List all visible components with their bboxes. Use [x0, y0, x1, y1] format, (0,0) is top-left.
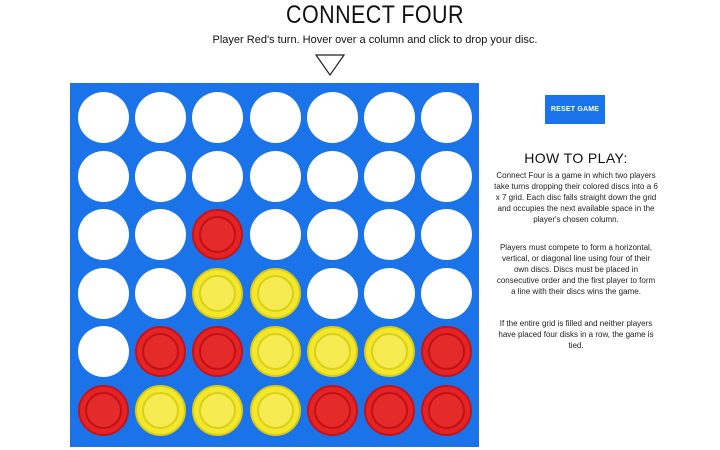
board-slot-empty[interactable] — [78, 209, 129, 260]
disc-yellow[interactable] — [250, 326, 301, 377]
board-slot-empty[interactable] — [307, 92, 358, 143]
board-slot-empty[interactable] — [421, 209, 472, 260]
how-to-play-paragraph: Players must compete to form a horizonta… — [496, 243, 656, 296]
disc-red[interactable] — [364, 385, 415, 436]
page-title: CONNECT FOUR — [286, 1, 464, 29]
board-slot-empty[interactable] — [135, 209, 186, 260]
disc-red[interactable] — [192, 209, 243, 260]
board-slot-empty[interactable] — [250, 209, 301, 260]
how-to-play-heading: HOW TO PLAY: — [524, 150, 628, 166]
turn-status-text: Player Red's turn. Hover over a column a… — [212, 34, 538, 46]
disc-red[interactable] — [192, 326, 243, 377]
how-to-play-paragraph: Connect Four is a game in which two play… — [494, 171, 658, 224]
board-slot-empty[interactable] — [78, 151, 129, 202]
disc-red[interactable] — [135, 326, 186, 377]
board-slot-empty[interactable] — [421, 151, 472, 202]
disc-yellow[interactable] — [364, 326, 415, 377]
disc-red[interactable] — [307, 385, 358, 436]
drop-pointer-icon[interactable] — [315, 54, 345, 76]
board-slot-empty[interactable] — [364, 151, 415, 202]
connect-four-page: CONNECT FOUR Player Red's turn. Hover ov… — [0, 0, 720, 450]
disc-yellow[interactable] — [307, 326, 358, 377]
board-slot-empty[interactable] — [307, 151, 358, 202]
board-slot-empty[interactable] — [78, 92, 129, 143]
how-to-play-paragraph: If the entire grid is filled and neither… — [498, 319, 654, 350]
board-slot-empty[interactable] — [135, 151, 186, 202]
board-slot-empty[interactable] — [78, 326, 129, 377]
game-board[interactable] — [70, 83, 479, 447]
board-slot-empty[interactable] — [364, 268, 415, 319]
disc-yellow[interactable] — [135, 385, 186, 436]
board-slot-empty[interactable] — [250, 151, 301, 202]
board-slot-empty[interactable] — [364, 209, 415, 260]
disc-red[interactable] — [421, 326, 472, 377]
disc-red[interactable] — [421, 385, 472, 436]
disc-yellow[interactable] — [250, 268, 301, 319]
board-slot-empty[interactable] — [135, 268, 186, 319]
disc-red[interactable] — [78, 385, 129, 436]
board-slot-empty[interactable] — [307, 209, 358, 260]
board-slot-empty[interactable] — [192, 92, 243, 143]
board-slot-empty[interactable] — [250, 92, 301, 143]
reset-game-button[interactable]: RESET GAME — [545, 95, 605, 124]
disc-yellow[interactable] — [250, 385, 301, 436]
board-slot-empty[interactable] — [421, 92, 472, 143]
board-slot-empty[interactable] — [78, 268, 129, 319]
disc-yellow[interactable] — [192, 268, 243, 319]
board-slot-empty[interactable] — [135, 92, 186, 143]
board-slot-empty[interactable] — [421, 268, 472, 319]
board-slot-empty[interactable] — [192, 151, 243, 202]
board-slot-empty[interactable] — [307, 268, 358, 319]
disc-yellow[interactable] — [192, 385, 243, 436]
board-slot-empty[interactable] — [364, 92, 415, 143]
